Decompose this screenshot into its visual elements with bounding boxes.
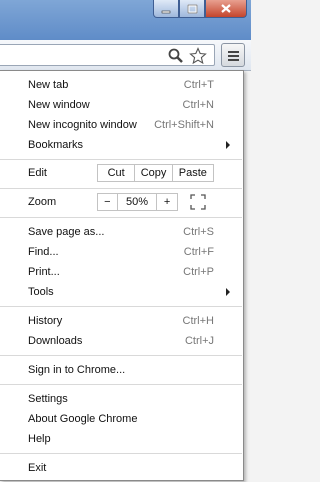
menu-item-save-page[interactable]: Save page as... Ctrl+S bbox=[0, 222, 242, 242]
submenu-arrow-icon bbox=[226, 141, 230, 149]
maximize-icon bbox=[187, 4, 197, 13]
menu-item-label: Downloads bbox=[28, 335, 83, 347]
menu-item-shortcut: Ctrl+S bbox=[183, 226, 214, 238]
submenu-arrow-icon bbox=[226, 288, 230, 296]
menu-item-shortcut: Ctrl+J bbox=[184, 335, 214, 347]
menu-item-downloads[interactable]: Downloads Ctrl+J bbox=[0, 331, 242, 351]
menu-item-bookmarks[interactable]: Bookmarks bbox=[0, 135, 242, 155]
menu-item-help[interactable]: Help bbox=[0, 429, 242, 449]
menu-item-label: Edit bbox=[28, 167, 47, 179]
menu-item-shortcut: Ctrl+N bbox=[182, 99, 214, 111]
menu-item-print[interactable]: Print... Ctrl+P bbox=[0, 262, 242, 282]
menu-item-settings[interactable]: Settings bbox=[0, 389, 242, 409]
menu-item-label: Print... bbox=[28, 266, 60, 278]
menu-separator bbox=[0, 159, 242, 160]
minimize-icon bbox=[161, 10, 171, 13]
star-icon[interactable] bbox=[189, 47, 207, 65]
menu-item-find[interactable]: Find... Ctrl+F bbox=[0, 242, 242, 262]
menu-item-shortcut: Ctrl+Shift+N bbox=[154, 119, 214, 131]
copy-button[interactable]: Copy bbox=[134, 165, 171, 181]
minimize-button[interactable] bbox=[153, 0, 179, 18]
menu-item-shortcut: Ctrl+T bbox=[183, 79, 214, 91]
browser-toolbar bbox=[0, 40, 251, 71]
close-icon bbox=[221, 4, 231, 13]
menu-separator bbox=[0, 188, 242, 189]
menu-separator bbox=[0, 306, 242, 307]
title-bar bbox=[0, 0, 251, 40]
menu-item-label: About Google Chrome bbox=[28, 413, 138, 425]
menu-item-shortcut: Ctrl+F bbox=[183, 246, 214, 258]
menu-item-shortcut: Ctrl+H bbox=[182, 315, 214, 327]
menu-item-label: Tools bbox=[28, 286, 54, 298]
chrome-menu-button[interactable] bbox=[221, 43, 245, 67]
menu-item-new-tab[interactable]: New tab Ctrl+T bbox=[0, 75, 242, 95]
paste-button[interactable]: Paste bbox=[171, 165, 213, 181]
menu-item-sign-in[interactable]: Sign in to Chrome... bbox=[0, 360, 242, 380]
cut-button[interactable]: Cut bbox=[98, 165, 134, 181]
fullscreen-icon[interactable] bbox=[189, 193, 207, 211]
menu-item-label: Save page as... bbox=[28, 226, 105, 238]
chrome-menu: New tab Ctrl+T New window Ctrl+N New inc… bbox=[0, 70, 244, 481]
menu-separator bbox=[0, 453, 242, 454]
omnibox[interactable] bbox=[0, 44, 215, 66]
menu-item-label: Find... bbox=[28, 246, 59, 258]
maximize-button[interactable] bbox=[179, 0, 205, 18]
menu-item-exit[interactable]: Exit bbox=[0, 458, 242, 478]
menu-item-about[interactable]: About Google Chrome bbox=[0, 409, 242, 429]
zoom-control-group: − 50% + bbox=[97, 193, 178, 211]
zoom-level: 50% bbox=[116, 194, 157, 210]
menu-separator bbox=[0, 217, 242, 218]
menu-item-label: New incognito window bbox=[28, 119, 137, 131]
menu-item-new-window[interactable]: New window Ctrl+N bbox=[0, 95, 242, 115]
menu-item-new-incognito-window[interactable]: New incognito window Ctrl+Shift+N bbox=[0, 115, 242, 135]
menu-item-label: New window bbox=[28, 99, 90, 111]
close-button[interactable] bbox=[205, 0, 247, 18]
zoom-out-button[interactable]: − bbox=[98, 194, 117, 210]
menu-item-shortcut: Ctrl+P bbox=[183, 266, 214, 278]
menu-item-label: Exit bbox=[28, 462, 47, 474]
window-controls bbox=[153, 0, 247, 18]
edit-button-group: Cut Copy Paste bbox=[97, 164, 214, 182]
zoom-in-button[interactable]: + bbox=[156, 194, 177, 210]
menu-item-label: New tab bbox=[28, 79, 69, 91]
menu-item-tools[interactable]: Tools bbox=[0, 282, 242, 302]
menu-item-label: Sign in to Chrome... bbox=[28, 364, 126, 376]
menu-item-label: Bookmarks bbox=[28, 139, 84, 151]
menu-item-history[interactable]: History Ctrl+H bbox=[0, 311, 242, 331]
menu-item-label: History bbox=[28, 315, 63, 327]
menu-separator bbox=[0, 355, 242, 356]
menu-item-label: Settings bbox=[28, 393, 68, 405]
menu-item-label: Help bbox=[28, 433, 51, 445]
menu-item-label: Zoom bbox=[28, 196, 57, 208]
menu-separator bbox=[0, 384, 242, 385]
zoom-icon[interactable] bbox=[167, 47, 185, 65]
